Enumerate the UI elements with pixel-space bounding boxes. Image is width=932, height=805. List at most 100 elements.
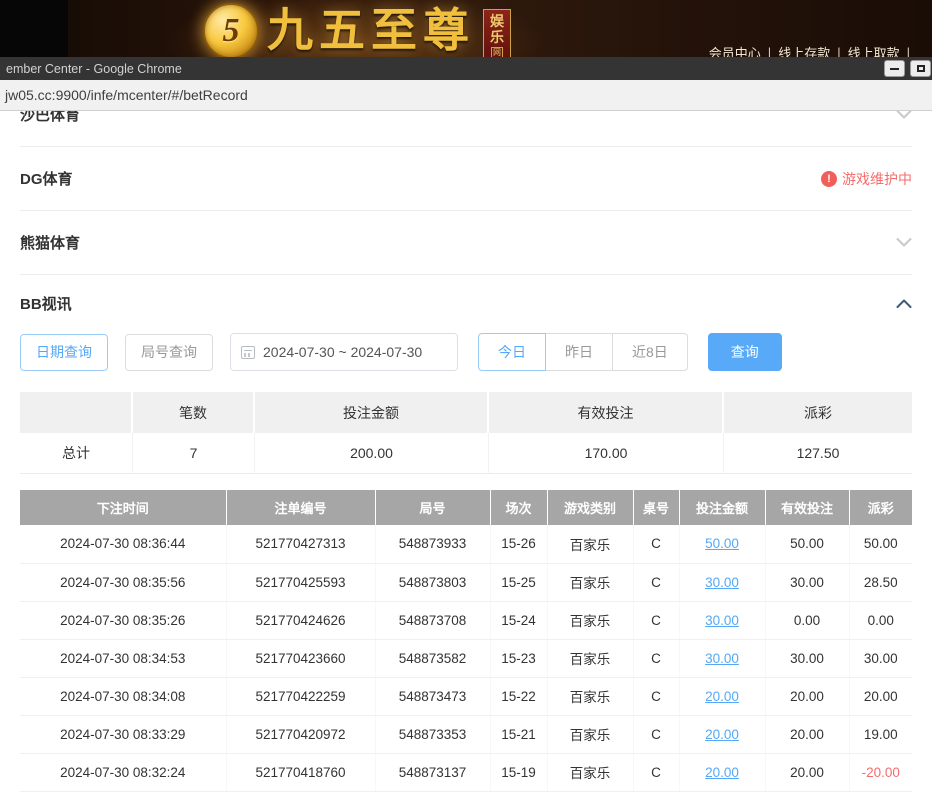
- header-order-id: 注单编号: [226, 490, 375, 525]
- banner-left-panel: [0, 0, 68, 57]
- round-query-tab[interactable]: 局号查询: [125, 334, 213, 371]
- maximize-button[interactable]: [910, 60, 931, 77]
- valid-bet-cell: 30.00: [765, 563, 849, 601]
- game-type-cell: 百家乐: [547, 525, 633, 563]
- header-payout: 派彩: [849, 490, 912, 525]
- table-id-cell: C: [633, 601, 679, 639]
- order-id-cell: 521770425593: [226, 563, 375, 601]
- maintenance-icon: !: [821, 171, 837, 187]
- table-id-cell: C: [633, 677, 679, 715]
- header-round-id: 局号: [375, 490, 490, 525]
- payout-cell: 19.00: [849, 715, 912, 753]
- table-id-cell: C: [633, 525, 679, 563]
- header-valid-bet: 有效投注: [765, 490, 849, 525]
- table-id-cell: C: [633, 715, 679, 753]
- summary-header-valid-bet: 有效投注: [489, 392, 724, 433]
- summary-valid-bet-value: 170.00: [489, 433, 724, 474]
- bet-amount-link[interactable]: 20.00: [679, 715, 765, 753]
- section-panda-sports[interactable]: 熊猫体育: [20, 211, 912, 275]
- quick-today-button[interactable]: 今日: [478, 333, 546, 371]
- summary-header-count: 笔数: [133, 392, 255, 433]
- date-range-value: 2024-07-30 ~ 2024-07-30: [263, 344, 422, 360]
- calendar-icon: [241, 346, 255, 359]
- bet-time-cell: 2024-07-30 08:33:29: [20, 715, 226, 753]
- bet-amount-link[interactable]: 30.00: [679, 601, 765, 639]
- valid-bet-cell: 20.00: [765, 753, 849, 791]
- minimize-icon: [890, 68, 899, 70]
- filter-bar: 日期查询 局号查询 2024-07-30 ~ 2024-07-30 今日 昨日 …: [20, 333, 912, 371]
- section-bb-live[interactable]: BB视讯: [20, 275, 912, 331]
- order-id-cell: 521770427313: [226, 525, 375, 563]
- header-game-type: 游戏类别: [547, 490, 633, 525]
- game-type-cell: 百家乐: [547, 715, 633, 753]
- payout-cell: -20.00: [849, 753, 912, 791]
- badge-char: 娱: [490, 13, 504, 29]
- header-bet-time: 下注时间: [20, 490, 226, 525]
- coin-icon: 5: [203, 3, 259, 59]
- session-cell: 15-26: [490, 525, 547, 563]
- coin-number: 5: [223, 12, 240, 50]
- summary-header-empty: [20, 392, 133, 433]
- session-cell: 15-19: [490, 753, 547, 791]
- date-range-input[interactable]: 2024-07-30 ~ 2024-07-30: [230, 333, 458, 371]
- minimize-button[interactable]: [884, 60, 905, 77]
- payout-cell: 0.00: [849, 601, 912, 639]
- round-id-cell: 548873353: [375, 715, 490, 753]
- game-type-cell: 百家乐: [547, 753, 633, 791]
- search-button[interactable]: 查询: [708, 333, 782, 371]
- bet-amount-link[interactable]: 20.00: [679, 753, 765, 791]
- bet-amount-link[interactable]: 20.00: [679, 677, 765, 715]
- valid-bet-cell: 50.00: [765, 525, 849, 563]
- table-row: 2024-07-30 08:34:53 521770423660 5488735…: [20, 639, 912, 677]
- site-logo: 5 九五至尊 娱 乐 网: [203, 3, 511, 62]
- section-dg-sports[interactable]: DG体育 ! 游戏维护中: [20, 147, 912, 211]
- bet-time-cell: 2024-07-30 08:32:24: [20, 753, 226, 791]
- summary-bet-amount-value: 200.00: [255, 433, 489, 474]
- chevron-up-icon: [896, 299, 912, 308]
- payout-cell: 50.00: [849, 525, 912, 563]
- section-label: BB视讯: [20, 293, 72, 314]
- game-type-cell: 百家乐: [547, 639, 633, 677]
- bet-amount-link[interactable]: 30.00: [679, 563, 765, 601]
- session-cell: 15-23: [490, 639, 547, 677]
- header-session: 场次: [490, 490, 547, 525]
- bet-time-cell: 2024-07-30 08:34:08: [20, 677, 226, 715]
- bet-amount-link[interactable]: 30.00: [679, 639, 765, 677]
- date-query-tab[interactable]: 日期查询: [20, 334, 108, 371]
- valid-bet-cell: 20.00: [765, 677, 849, 715]
- valid-bet-cell: 20.00: [765, 715, 849, 753]
- round-id-cell: 548873933: [375, 525, 490, 563]
- table-row: 2024-07-30 08:36:44 521770427313 5488739…: [20, 525, 912, 563]
- session-cell: 15-22: [490, 677, 547, 715]
- round-id-cell: 548873137: [375, 753, 490, 791]
- summary-count-value: 7: [133, 433, 255, 474]
- game-type-cell: 百家乐: [547, 677, 633, 715]
- window-title: ember Center - Google Chrome: [0, 62, 182, 76]
- order-id-cell: 521770422259: [226, 677, 375, 715]
- summary-total-label: 总计: [20, 433, 133, 474]
- bet-amount-link[interactable]: 50.00: [679, 525, 765, 563]
- site-banner: 5 九五至尊 娱 乐 网 会员中心 | 线上存款 | 线上取款 |: [0, 0, 932, 57]
- order-id-cell: 521770423660: [226, 639, 375, 677]
- payout-cell: 20.00: [849, 677, 912, 715]
- valid-bet-cell: 0.00: [765, 601, 849, 639]
- window-controls: [884, 60, 931, 77]
- table-id-cell: C: [633, 639, 679, 677]
- bet-table-body: 2024-07-30 08:36:44 521770427313 5488739…: [20, 525, 912, 791]
- table-id-cell: C: [633, 753, 679, 791]
- summary-header-payout: 派彩: [724, 392, 912, 433]
- page-content: 沙巴体育 DG体育 ! 游戏维护中 熊猫体育 BB视讯 日期查询 局号查询 20…: [0, 83, 932, 792]
- round-id-cell: 548873473: [375, 677, 490, 715]
- session-cell: 15-21: [490, 715, 547, 753]
- session-cell: 15-25: [490, 563, 547, 601]
- quick-8days-button[interactable]: 近8日: [612, 333, 688, 371]
- header-bet-amount: 投注金额: [679, 490, 765, 525]
- quick-yesterday-button[interactable]: 昨日: [545, 333, 613, 371]
- payout-cell: 28.50: [849, 563, 912, 601]
- table-row: 2024-07-30 08:33:29 521770420972 5488733…: [20, 715, 912, 753]
- address-bar[interactable]: jw05.cc:9900/infe/mcenter/#/betRecord: [0, 80, 932, 111]
- bet-time-cell: 2024-07-30 08:35:26: [20, 601, 226, 639]
- maximize-icon: [917, 65, 925, 72]
- session-cell: 15-24: [490, 601, 547, 639]
- bet-time-cell: 2024-07-30 08:34:53: [20, 639, 226, 677]
